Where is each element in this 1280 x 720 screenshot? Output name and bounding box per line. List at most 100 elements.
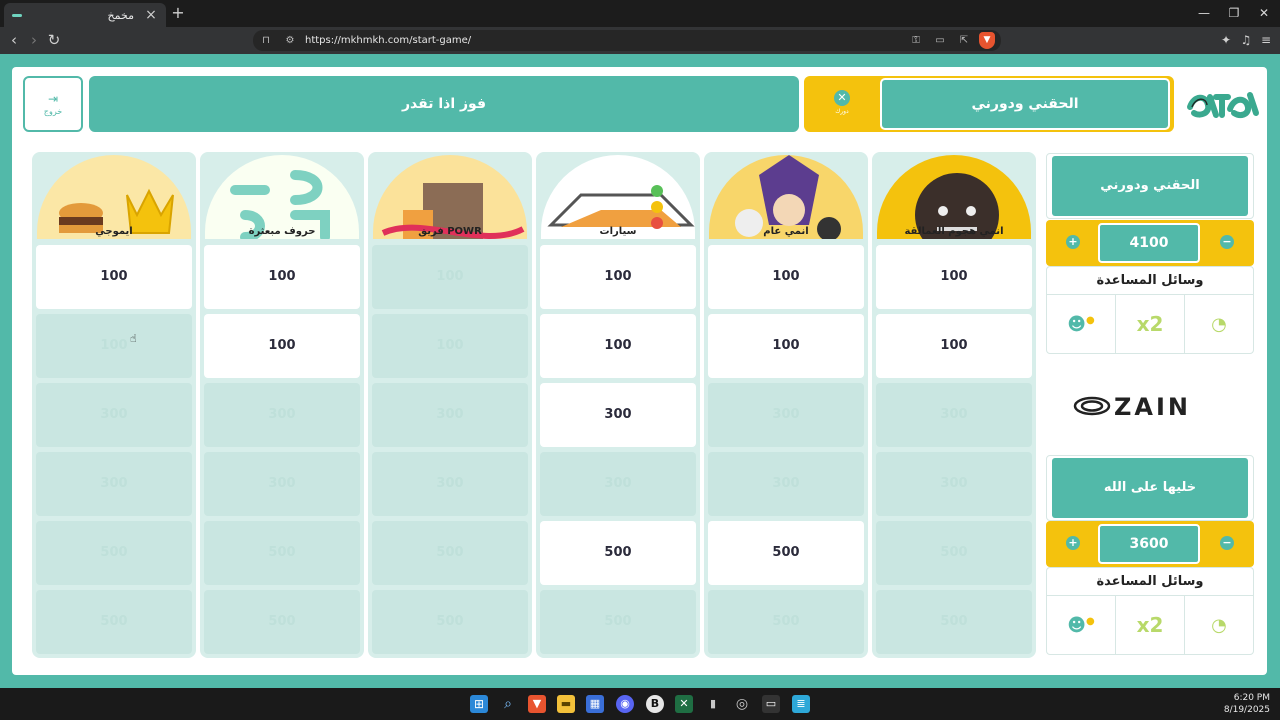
team-1-score-bar: + 4100 − [1046, 220, 1254, 266]
category-header: سيارات [538, 152, 698, 242]
question-cell: 500 [204, 521, 360, 585]
reload-icon[interactable]: ↻ [44, 31, 64, 50]
category-header: انمي عام [706, 152, 866, 242]
file-explorer-icon[interactable]: ▬ [557, 695, 575, 713]
question-cell[interactable]: 100 [708, 245, 864, 309]
question-cell: 300 [876, 383, 1032, 447]
question-cell[interactable]: 100 [204, 314, 360, 378]
team-1-aids-title: وسائل المساعدة [1046, 266, 1254, 294]
favicon-icon [12, 13, 22, 17]
discord-icon[interactable]: ◉ [616, 695, 634, 713]
mouse-cursor-icon: ☝ [130, 332, 137, 345]
team-2-subtract-button[interactable]: − [1220, 536, 1234, 550]
address-bar[interactable]: ⊓ ⚙ https://mkhmkh.com/start-game/ ⚿ ▭ ⇱… [253, 30, 1001, 51]
category-header: ايموجي [34, 152, 194, 242]
question-cell[interactable]: 500 [540, 521, 696, 585]
timer-aid-icon[interactable]: ◔ [1185, 596, 1253, 654]
question-cell[interactable]: 100 [876, 314, 1032, 378]
restore-button[interactable]: ❐ [1224, 4, 1244, 22]
question-cell: 100 [372, 245, 528, 309]
excel-icon[interactable]: ✕ [675, 695, 693, 713]
clock[interactable]: 6:20 PM 8/19/2025 [1224, 692, 1270, 716]
clock-date: 8/19/2025 [1223, 705, 1270, 715]
timer-aid-icon[interactable]: ◔ [1185, 295, 1253, 353]
tab-close-icon[interactable]: × [144, 7, 158, 23]
question-cell[interactable]: 300 [540, 383, 696, 447]
call-friend-icon[interactable]: ☻ ● [1047, 295, 1116, 353]
notepad-icon[interactable]: ≣ [792, 695, 810, 713]
category-column: انمي عام 100 100 300 300 500 500 [704, 152, 868, 658]
category-label: فريق POWR [418, 226, 482, 237]
call-friend-icon[interactable]: ☻ ● [1047, 596, 1116, 654]
brave-shield-icon[interactable]: ▼ [979, 32, 995, 49]
question-cell: 300 [204, 383, 360, 447]
game-board: ⇥ خروج فوز اذا تقدر ✕ دورك الحقني ودورني… [12, 67, 1267, 675]
double-points-icon[interactable]: x2 [1116, 295, 1185, 353]
question-cell[interactable]: 100 [36, 245, 192, 309]
question-cell[interactable]: 100 [540, 245, 696, 309]
team-banner: فوز اذا تقدر [89, 76, 799, 132]
question-cell: 500 [540, 590, 696, 654]
url-text[interactable]: https://mkhmkh.com/start-game/ [305, 33, 471, 48]
team-2-add-button[interactable]: + [1066, 536, 1080, 550]
back-icon[interactable]: ‹ [4, 31, 24, 50]
minimize-button[interactable]: — [1194, 4, 1214, 22]
reader-icon[interactable]: ▭ [933, 33, 947, 48]
category-label: حروف مبعثرة [248, 226, 316, 237]
exit-label: خروج [43, 107, 63, 116]
question-cell: 300 [708, 383, 864, 447]
question-cell: 300 [540, 452, 696, 516]
store-icon[interactable]: ▦ [586, 695, 604, 713]
team-1-subtract-button[interactable]: − [1220, 235, 1234, 249]
menu-icon[interactable]: ≡ [1256, 31, 1276, 50]
microphone-icon[interactable]: ▮ [704, 695, 722, 713]
brave-browser-icon[interactable]: ▼ [528, 695, 546, 713]
taskbar: ⊞ ⌕ ▼ ▬ ▦ ◉ B ✕ ▮ ◎ ▭ ≣ 6:20 PM 8/19/202… [0, 688, 1280, 720]
question-cell[interactable]: 500 [708, 521, 864, 585]
question-cell[interactable]: 100 [540, 314, 696, 378]
page: ⇥ خروج فوز اذا تقدر ✕ دورك الحقني ودورني… [0, 54, 1280, 688]
extensions-icon[interactable]: ✦ [1216, 31, 1236, 50]
question-cell: 500 [876, 521, 1032, 585]
category-label: انمي عام [763, 226, 809, 237]
question-cell: 500 [708, 590, 864, 654]
bookmark-icon[interactable]: ⊓ [259, 33, 273, 48]
turn-indicator[interactable]: ✕ دورك [828, 84, 856, 124]
forward-icon[interactable]: › [24, 31, 44, 50]
team-1-add-button[interactable]: + [1066, 235, 1080, 249]
bold-app-icon[interactable]: B [646, 695, 664, 713]
search-icon[interactable]: ⌕ [499, 695, 517, 713]
site-info-icon[interactable]: ⚙ [283, 33, 297, 48]
category-header: انمي هجوم العمالقة [874, 152, 1034, 242]
current-turn-team: الحقني ودورني [880, 78, 1170, 130]
team-2-aids: ☻ ● x2 ◔ [1046, 595, 1254, 655]
start-icon[interactable]: ⊞ [470, 695, 488, 713]
category-column: سيارات 100 100 300 300 500 500 [536, 152, 700, 658]
sponsor-text: ZAIN [1114, 393, 1191, 421]
question-cell[interactable]: 100 [708, 314, 864, 378]
browser-tab[interactable]: مخمخ × [4, 3, 166, 27]
team-2-score: 3600 [1098, 524, 1200, 564]
close-window-button[interactable]: ✕ [1254, 4, 1274, 22]
team-1-score: 4100 [1098, 223, 1200, 263]
new-tab-button[interactable]: + [170, 4, 186, 22]
question-cell: 500 [204, 590, 360, 654]
share-icon[interactable]: ⇱ [957, 33, 971, 48]
sponsor-logo: ZAIN [1073, 393, 1191, 421]
category-label: سيارات [599, 226, 637, 237]
tab-title: مخمخ [107, 8, 134, 22]
double-points-icon[interactable]: x2 [1116, 596, 1185, 654]
media-icon[interactable]: ♫ [1236, 31, 1256, 50]
team-2-score-bar: + 3600 − [1046, 521, 1254, 567]
category-column: فريق POWR 100 100 300 300 500 500 [368, 152, 532, 658]
question-cell: 300 [708, 452, 864, 516]
exit-icon: ⇥ [47, 92, 59, 106]
question-cell[interactable]: 100 [204, 245, 360, 309]
recorder-icon[interactable]: ◎ [733, 695, 751, 713]
terminal-icon[interactable]: ▭ [762, 695, 780, 713]
key-icon[interactable]: ⚿ [909, 33, 923, 48]
nav-bar: ‹ › ↻ ⊓ ⚙ https://mkhmkh.com/start-game/… [0, 27, 1280, 54]
question-cell[interactable]: 100 [876, 245, 1032, 309]
exit-button[interactable]: ⇥ خروج [23, 76, 83, 132]
question-cell: 300 [876, 452, 1032, 516]
